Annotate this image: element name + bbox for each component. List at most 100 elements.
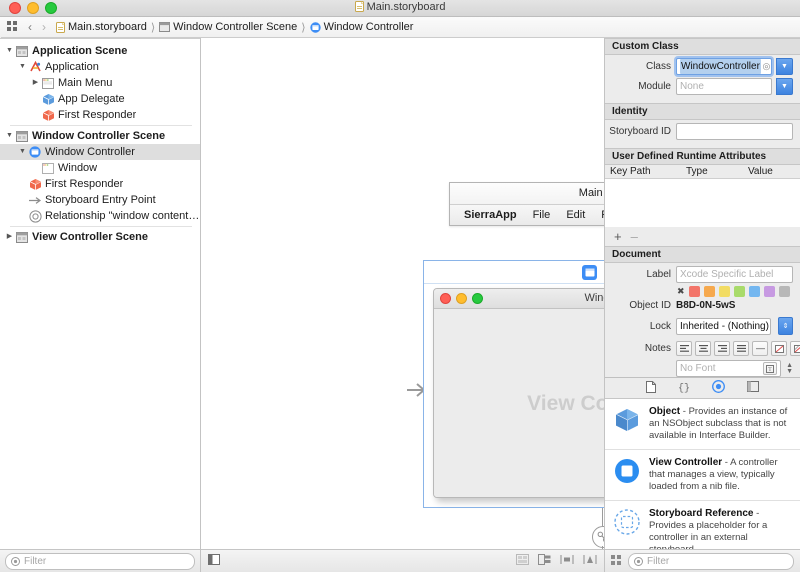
window-preview[interactable]: Window View Controller	[433, 288, 604, 498]
document-outline[interactable]: ▼ Application Scene ▼ Application ▶ Main Menu…	[0, 39, 200, 549]
menu-item-3[interactable]: Format	[601, 209, 604, 221]
library-item-object[interactable]: Object - Provides an instance of an NSOb…	[605, 399, 800, 450]
embed-icon[interactable]	[538, 554, 551, 568]
outline-row[interactable]: First Responder	[0, 176, 200, 192]
lock-select[interactable]: Inherited - (Nothing)	[676, 317, 771, 335]
main-menu-bar[interactable]: SierraApp File Edit Format View Window H…	[450, 205, 604, 225]
align-left-icon[interactable]	[676, 341, 692, 356]
line-break-icon[interactable]	[752, 341, 768, 356]
clear-icon[interactable]: ◎	[761, 59, 771, 74]
relationship-segue-icon[interactable]	[592, 526, 604, 548]
lock-stepper-icon[interactable]: ⇕	[778, 317, 793, 335]
library-grid-view-icon[interactable]	[611, 554, 622, 568]
menu-item-0[interactable]: SierraApp	[464, 209, 517, 221]
outline-row[interactable]: Storyboard Entry Point	[0, 192, 200, 208]
background-color-icon[interactable]	[790, 341, 800, 356]
outline-row[interactable]: First Responder	[0, 107, 200, 123]
swatch-orange[interactable]	[703, 286, 715, 297]
runtime-attributes-controls[interactable]: + –	[605, 227, 800, 246]
document-label-input[interactable]: Xcode Specific Label	[676, 266, 793, 283]
module-input[interactable]: None	[676, 78, 772, 95]
runtime-attributes-table[interactable]: Key Path Type Value	[605, 165, 800, 227]
disclosure-triangle-icon[interactable]: ▼	[4, 43, 15, 59]
outline-row[interactable]: ▼ Window Controller Scene	[0, 128, 200, 144]
window-controller-scene-dock[interactable]	[424, 261, 604, 284]
class-input[interactable]: WindowController ◎	[676, 58, 772, 75]
menu-item-2[interactable]: Edit	[566, 209, 585, 221]
swatch-blue[interactable]	[748, 286, 760, 297]
minimize-button[interactable]	[27, 2, 39, 14]
interface-builder-canvas[interactable]: Main Menu SierraApp File Edit Format Vie…	[201, 38, 604, 549]
swatch-purple[interactable]	[763, 286, 775, 297]
window-preview-content[interactable]: View Controller	[434, 309, 604, 497]
library-item-storyboard-reference[interactable]: Storyboard Reference - Provides a placeh…	[605, 501, 800, 549]
font-input[interactable]: No Font T	[676, 360, 782, 377]
object-library-icon[interactable]	[712, 380, 725, 396]
text-color-icon[interactable]	[771, 341, 787, 356]
swatch-red[interactable]	[688, 286, 700, 297]
storyboard-id-input[interactable]	[676, 123, 793, 140]
align-justify-icon[interactable]	[733, 341, 749, 356]
align-right-icon[interactable]	[714, 341, 730, 356]
library-tab-bar[interactable]: {}	[605, 378, 800, 399]
close-button[interactable]	[9, 2, 21, 14]
object-library-list[interactable]: Object - Provides an instance of an NSOb…	[605, 399, 800, 549]
window-controller-icon[interactable]	[582, 264, 597, 280]
relationship-segue-icon	[28, 209, 42, 223]
remove-attribute-button[interactable]: –	[631, 229, 638, 244]
disclosure-triangle-icon[interactable]: ▼	[4, 128, 15, 144]
outline-row[interactable]: App Delegate	[0, 91, 200, 107]
breadcrumb-item-1[interactable]: Window Controller Scene	[159, 21, 297, 33]
window-controller-scene[interactable]: Window View Controller	[423, 260, 604, 508]
inspector-content[interactable]: Custom Class Class WindowController ◎ ▼ …	[605, 38, 800, 378]
nest-icon[interactable]	[516, 554, 529, 568]
outline-row[interactable]: ▼ Window Controller	[0, 144, 200, 160]
main-menu-scene[interactable]: Main Menu SierraApp File Edit Format Vie…	[449, 182, 604, 226]
outline-row[interactable]: Window	[0, 160, 200, 176]
no-color-icon[interactable]: ✖	[677, 286, 685, 297]
notes-toolbar[interactable]: ⋯	[676, 341, 800, 356]
media-library-icon[interactable]	[747, 381, 759, 395]
font-size-stepper[interactable]: ▲ ▼	[786, 362, 793, 375]
disclosure-triangle-icon[interactable]: ▼	[17, 59, 28, 75]
forward-chevron-icon[interactable]: ›	[42, 20, 46, 34]
runtime-attributes-empty-body[interactable]	[605, 179, 800, 227]
library-item-view-controller[interactable]: View Controller - A controller that mana…	[605, 450, 800, 501]
disclosure-triangle-icon[interactable]: ▶	[30, 75, 41, 91]
font-panel-icon[interactable]: T	[763, 362, 778, 375]
disclosure-triangle-icon[interactable]: ▶	[4, 229, 15, 245]
outline-row[interactable]: Relationship "window content" to "…	[0, 208, 200, 224]
navigator-filter-input[interactable]: Filter	[5, 552, 195, 570]
breadcrumb-item-0[interactable]: Main.storyboard	[56, 21, 147, 33]
menu-item-1[interactable]: File	[533, 209, 551, 221]
swatch-green[interactable]	[733, 286, 745, 297]
traffic-lights[interactable]	[0, 2, 57, 14]
disclosure-triangle-icon[interactable]: ▼	[17, 144, 28, 160]
swatch-yellow[interactable]	[718, 286, 730, 297]
code-snippet-library-icon[interactable]: {}	[678, 381, 690, 396]
document-color-swatches[interactable]: ✖	[605, 286, 800, 297]
outline-row[interactable]: ▶ View Controller Scene	[0, 229, 200, 245]
canvas-bottom-right-group[interactable]	[516, 554, 597, 568]
outline-row[interactable]: ▼ Application	[0, 59, 200, 75]
column-key-path: Key Path	[610, 166, 651, 177]
add-attribute-button[interactable]: +	[614, 229, 622, 244]
zoom-button[interactable]	[45, 2, 57, 14]
breadcrumb[interactable]: ‹ › Main.storyboard ⟩ Window Controller …	[1, 17, 800, 38]
align-center-icon[interactable]	[695, 341, 711, 356]
class-dropdown-icon[interactable]: ▼	[776, 58, 793, 75]
outline-row[interactable]: ▼ Application Scene	[0, 43, 200, 59]
file-template-library-icon[interactable]	[646, 380, 656, 396]
align-icon[interactable]	[560, 554, 574, 568]
resolve-icon[interactable]	[583, 554, 597, 568]
swatch-gray[interactable]	[778, 286, 790, 297]
document-outline-toggle-icon[interactable]	[208, 554, 220, 568]
canvas-bottom-left-group[interactable]	[208, 554, 220, 568]
library-filter-input[interactable]: Filter	[628, 552, 794, 570]
svg-text:{}: {}	[678, 382, 690, 393]
module-dropdown-icon[interactable]: ▼	[776, 78, 793, 95]
outline-row[interactable]: ▶ Main Menu	[0, 75, 200, 91]
related-items-icon[interactable]	[7, 20, 18, 34]
breadcrumb-item-2[interactable]: Window Controller	[309, 21, 413, 33]
back-chevron-icon[interactable]: ‹	[28, 20, 32, 34]
